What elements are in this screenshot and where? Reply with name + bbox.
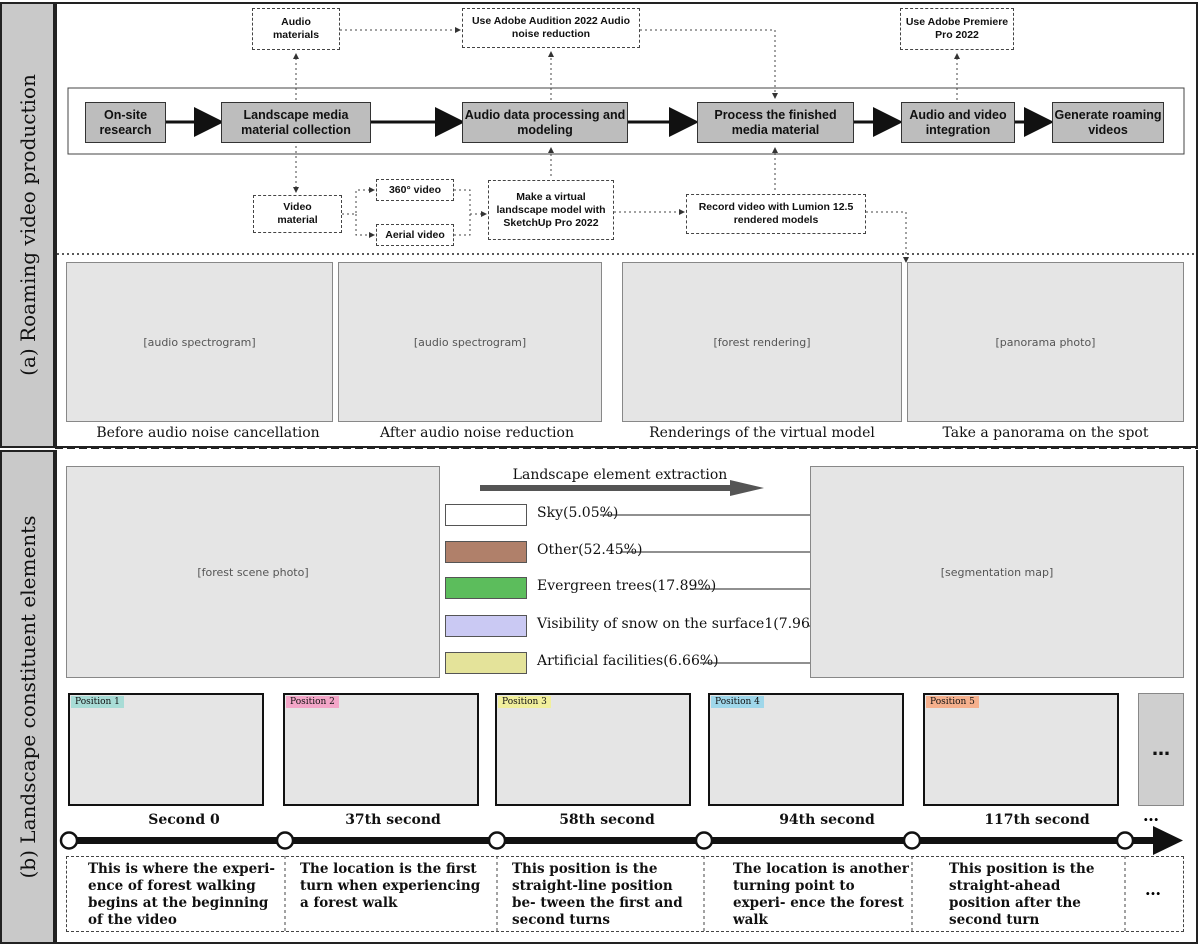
description-2: The location is the first turn when expe… — [300, 861, 481, 911]
description-5: This position is the straight-ahead posi… — [949, 861, 1095, 928]
timeline-node-4 — [694, 831, 714, 850]
position-3-tag: Position 3 — [498, 696, 551, 708]
position-1-tag: Position 1 — [71, 696, 124, 708]
description-1: This is where the experi- ence of forest… — [88, 861, 275, 928]
timeline-bar — [65, 837, 1155, 844]
description-3: This position is the straight-line posit… — [512, 861, 683, 928]
timeline-node-3 — [487, 831, 507, 850]
timeline-ellipsis: … — [1143, 806, 1159, 825]
position-1-image: Position 1 — [68, 693, 264, 806]
description-ellipsis: … — [1145, 880, 1161, 899]
timeline-node-2 — [275, 831, 295, 850]
position-5-tag: Position 5 — [926, 696, 979, 708]
position-more-image: … — [1138, 693, 1184, 806]
position-more-ellipsis: … — [1152, 739, 1170, 760]
timeline-node-5 — [902, 831, 922, 850]
position-4-tag: Position 4 — [711, 696, 764, 708]
timeline-arrowhead — [1153, 826, 1183, 855]
position-5-image: Position 5 — [923, 693, 1119, 806]
description-4: The location is another turning point to… — [733, 861, 909, 928]
position-3-image: Position 3 — [495, 693, 691, 806]
position-4-image: Position 4 — [708, 693, 904, 806]
position-2-image: Position 2 — [283, 693, 479, 806]
position-2-tag: Position 2 — [286, 696, 339, 708]
timeline-node-1 — [59, 831, 79, 850]
image-segmentation-map: [segmentation map] — [810, 466, 1184, 678]
timeline-node-6 — [1115, 831, 1135, 850]
